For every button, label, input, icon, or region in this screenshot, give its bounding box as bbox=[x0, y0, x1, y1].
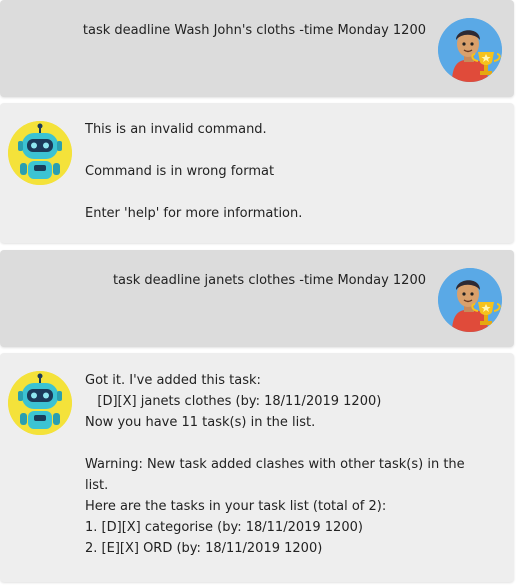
bot-message-bubble: Got it. I've added this task: [D][X] jan… bbox=[0, 353, 514, 582]
trophy-boy-icon bbox=[438, 268, 502, 332]
user-message-text: task deadline Wash John's cloths -time M… bbox=[82, 23, 426, 38]
user-message-bubble: task deadline janets clothes -time Monda… bbox=[0, 250, 514, 347]
user-message-text: task deadline janets clothes -time Monda… bbox=[112, 273, 426, 288]
robot-icon bbox=[8, 371, 72, 435]
bot-message-bubble: This is an invalid command. Command is i… bbox=[0, 103, 514, 243]
bot-message-text: This is an invalid command. Command is i… bbox=[85, 122, 303, 221]
user-message-bubble: task deadline Wash John's cloths -time M… bbox=[0, 0, 514, 97]
trophy-boy-icon bbox=[438, 18, 502, 82]
robot-icon bbox=[8, 121, 72, 185]
bot-message-text: Got it. I've added this task: [D][X] jan… bbox=[85, 373, 465, 556]
